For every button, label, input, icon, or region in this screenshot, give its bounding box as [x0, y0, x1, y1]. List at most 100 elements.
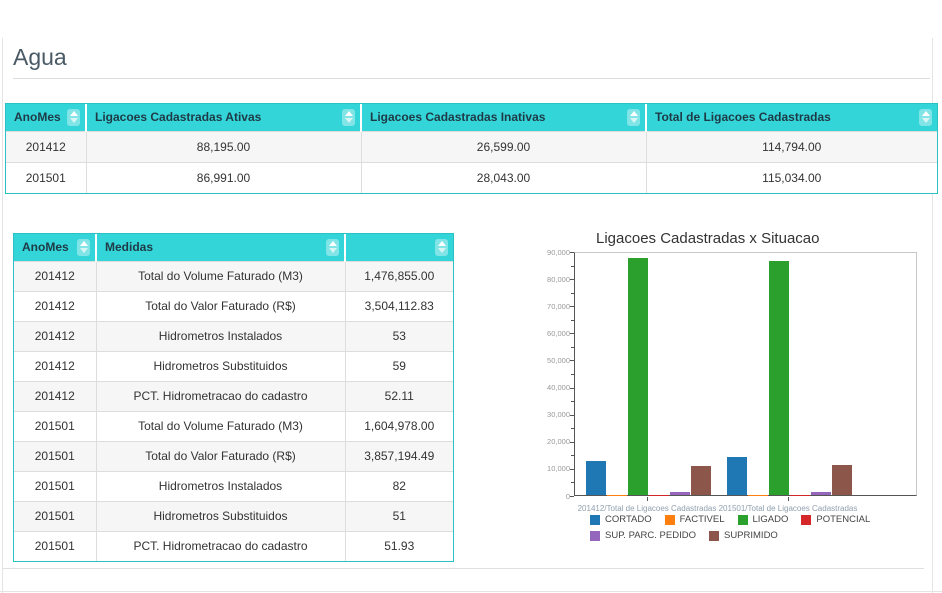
table-cell: PCT. Hidrometracao do cadastro — [96, 381, 345, 411]
y-axis-minor-tick — [571, 320, 574, 321]
table-cell: Total do Volume Faturado (M3) — [96, 411, 345, 441]
legend-swatch-icon — [801, 515, 811, 525]
y-axis-minor-tick — [571, 347, 574, 348]
legend-item-suprimido: SUPRIMIDO — [709, 530, 778, 541]
table-cell: 201501 — [14, 531, 96, 561]
table-cell: Total do Volume Faturado (M3) — [96, 261, 345, 291]
y-axis-minor-tick — [571, 455, 574, 456]
table-cell: 115,034.00 — [646, 162, 937, 193]
table-row: 201412PCT. Hidrometracao do cadastro52.1… — [14, 381, 453, 411]
column-header-label: Ligacoes Cadastradas Inativas — [370, 110, 545, 124]
table-cell: 201501 — [14, 411, 96, 441]
chart-title: Ligacoes Cadastradas x Situacao — [596, 230, 819, 247]
y-axis-tick — [570, 442, 574, 443]
table-cell: 201501 — [6, 162, 86, 193]
column-header-anomes[interactable]: AnoMes — [6, 104, 86, 131]
sort-icon — [627, 109, 640, 126]
y-axis-label: 60,000 — [540, 329, 570, 338]
y-axis-label: 50,000 — [540, 356, 570, 365]
ligacoes-summary-table: AnoMesLigacoes Cadastradas Ativas Ligacoe… — [5, 103, 938, 194]
legend-swatch-icon — [590, 531, 600, 541]
bar-group — [586, 253, 711, 495]
table-cell: 201412 — [14, 291, 96, 321]
chart-legend-row: CORTADO FACTIVEL LIGADO POTENCIAL — [590, 514, 870, 525]
table-cell: 1,476,855.00 — [345, 261, 453, 291]
legend-swatch-icon — [590, 515, 600, 525]
y-axis-tick — [570, 360, 574, 361]
bar-cortado — [727, 457, 747, 495]
legend-label: LIGADO — [753, 514, 789, 525]
table-cell: 201501 — [14, 441, 96, 471]
column-header-anomes[interactable]: AnoMes — [14, 234, 96, 261]
y-axis-tick — [570, 496, 574, 497]
y-axis-label: 70,000 — [540, 302, 570, 311]
table-cell: 201412 — [14, 261, 96, 291]
column-header-ligacoes-cadastradas-ativas[interactable]: Ligacoes Cadastradas Ativas — [86, 104, 361, 131]
y-axis-label: 90,000 — [540, 248, 570, 257]
x-axis-tick — [647, 497, 648, 501]
table-cell: 82 — [345, 471, 453, 501]
y-axis-tick — [570, 333, 574, 334]
ligacoes-situacao-chart: Ligacoes Cadastradas x Situacao 0 10,000 2… — [540, 228, 936, 563]
y-axis-label: 0 — [540, 492, 570, 501]
bar-suprimido — [832, 465, 852, 495]
chart-plot-area — [574, 252, 917, 496]
legend-item-potencial: POTENCIAL — [801, 514, 870, 525]
column-header-label: Medidas — [105, 240, 153, 254]
sort-icon — [342, 109, 355, 126]
y-axis-label: 30,000 — [540, 410, 570, 419]
bar-ligado — [628, 258, 648, 495]
table-cell: 28,043.00 — [361, 162, 646, 193]
table-row: 201501Total do Volume Faturado (M3)1,604… — [14, 411, 453, 441]
y-axis-tick — [570, 279, 574, 280]
legend-label: CORTADO — [605, 514, 652, 525]
data-table: AnoMesLigacoes Cadastradas Ativas Ligacoe… — [6, 104, 937, 193]
column-header-ligacoes-cadastradas-inativas[interactable]: Ligacoes Cadastradas Inativas — [361, 104, 646, 131]
table-row: 201501Hidrometros Substituidos51 — [14, 501, 453, 531]
y-axis-label: 80,000 — [540, 275, 570, 284]
column-header-total-de-ligacoes-cadastradas[interactable]: Total de Ligacoes Cadastradas — [646, 104, 937, 131]
y-axis-tick — [570, 252, 574, 253]
title-divider — [13, 78, 930, 79]
table-row: 201412Total do Volume Faturado (M3)1,476… — [14, 261, 453, 291]
data-table: AnoMesMedidas201412Total do Volume Fatur… — [14, 234, 453, 561]
y-axis-tick — [570, 469, 574, 470]
table-cell: Total do Valor Faturado (R$) — [96, 441, 345, 471]
table-row: 201501Hidrometros Instalados82 — [14, 471, 453, 501]
table-cell: Hidrometros Instalados — [96, 321, 345, 351]
table-row: 20150186,991.0028,043.00115,034.00 — [6, 162, 937, 193]
bar-group — [727, 253, 852, 495]
y-axis-minor-tick — [571, 374, 574, 375]
table-cell: 86,991.00 — [86, 162, 361, 193]
legend-swatch-icon — [709, 531, 719, 541]
table-row: 201412Hidrometros Substituidos59 — [14, 351, 453, 381]
table-cell: 3,504,112.83 — [345, 291, 453, 321]
sort-icon — [326, 239, 339, 256]
table-cell: Hidrometros Instalados — [96, 471, 345, 501]
section-divider — [3, 568, 924, 569]
y-axis-minor-tick — [571, 266, 574, 267]
legend-label: FACTIVEL — [680, 514, 725, 525]
y-axis-minor-tick — [571, 293, 574, 294]
bar-suprimido — [691, 466, 711, 495]
bar-sup-parc-pedido — [670, 492, 690, 495]
y-axis-tick — [570, 306, 574, 307]
table-cell: 201412 — [6, 131, 86, 162]
bar-cortado — [586, 461, 606, 495]
table-row: 201412Hidrometros Instalados53 — [14, 321, 453, 351]
legend-label: POTENCIAL — [816, 514, 870, 525]
legend-swatch-icon — [738, 515, 748, 525]
legend-item-cortado: CORTADO — [590, 514, 652, 525]
column-header-blank[interactable] — [345, 234, 453, 261]
table-cell: 201412 — [14, 381, 96, 411]
bar-ligado — [769, 261, 789, 495]
y-axis-label: 10,000 — [540, 464, 570, 473]
x-axis-category-label: 201501/Total de Ligacoes Cadastradas — [698, 504, 878, 513]
sort-icon — [919, 109, 932, 126]
table-row: 20141288,195.0026,599.00114,794.00 — [6, 131, 937, 162]
table-row: 201501PCT. Hidrometracao do cadastro51.9… — [14, 531, 453, 561]
legend-label: SUPRIMIDO — [724, 530, 778, 541]
legend-label: SUP. PARC. PEDIDO — [605, 530, 696, 541]
page-bottom-border — [0, 591, 942, 592]
column-header-medidas[interactable]: Medidas — [96, 234, 345, 261]
